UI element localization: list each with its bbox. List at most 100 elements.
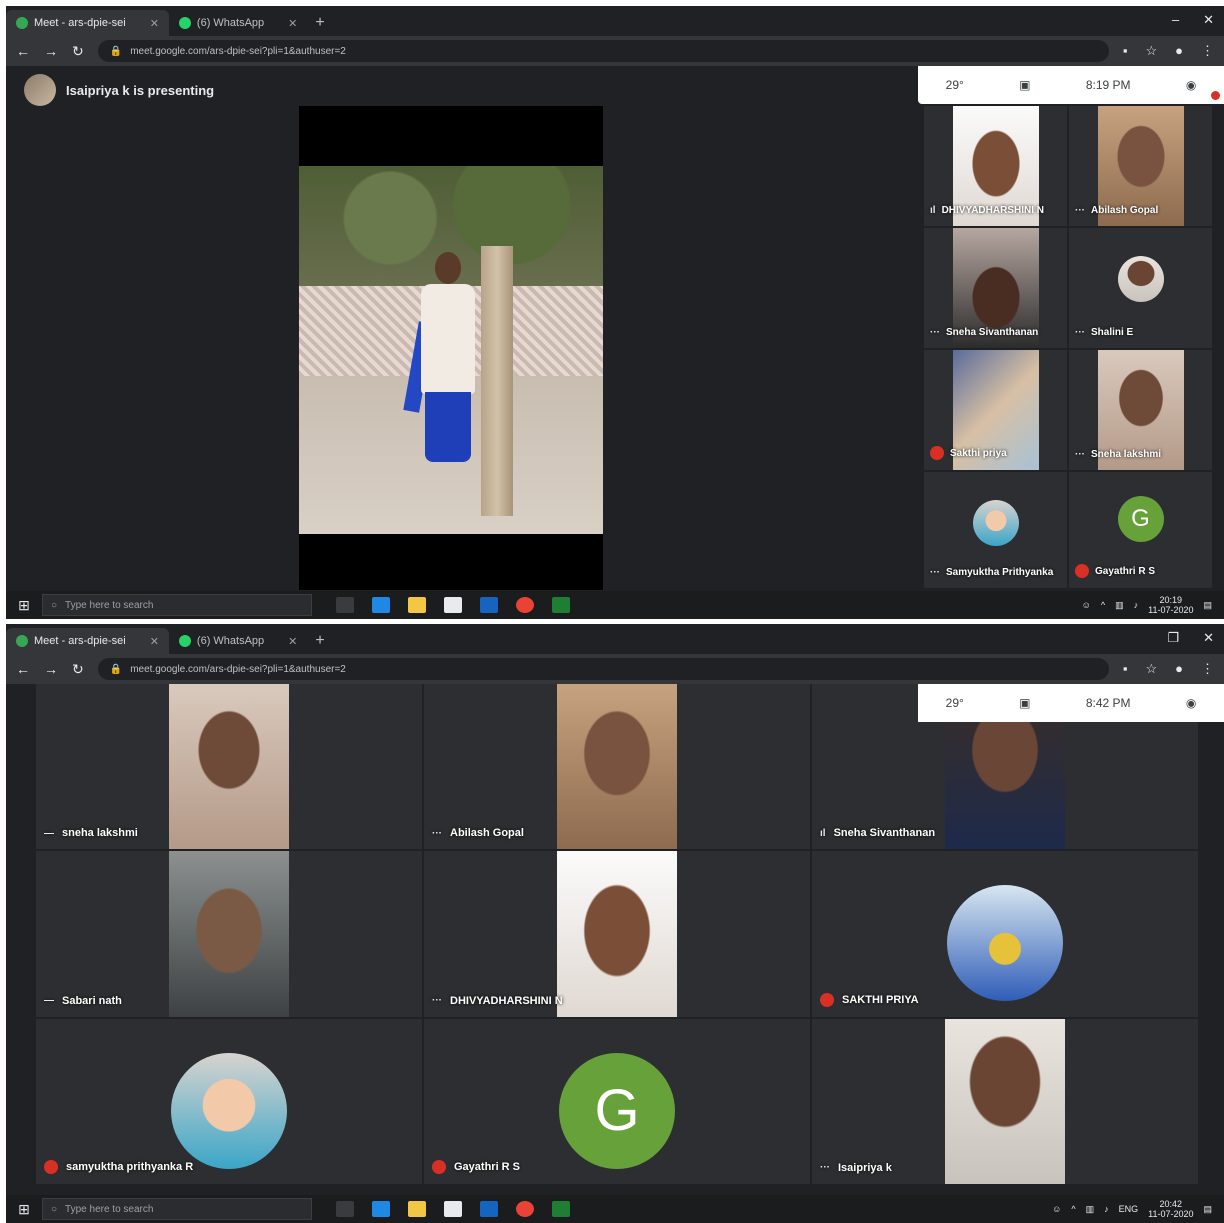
windows-start-icon[interactable]: ⊞ — [6, 1201, 42, 1218]
tab-whatsapp[interactable]: (6) WhatsApp ✕ — [169, 628, 307, 654]
new-tab-icon[interactable]: + — [315, 14, 324, 36]
chrome-icon[interactable] — [516, 1201, 534, 1217]
more-options-icon[interactable]: ··· — [1075, 327, 1085, 338]
more-options-icon[interactable]: — — [44, 995, 54, 1006]
close-tab-icon[interactable]: ✕ — [288, 635, 297, 648]
menu-icon[interactable]: ⋮ — [1201, 43, 1214, 59]
clock-date: 11-07-2020 — [1148, 1209, 1194, 1219]
chat-icon[interactable]: ▣ — [1019, 78, 1030, 92]
tab-meet[interactable]: Meet - ars-dpie-sei ✕ — [6, 628, 169, 654]
shared-photo — [299, 166, 603, 534]
participant-tile[interactable]: samyuktha prithyanka R — [36, 1018, 422, 1184]
reload-icon[interactable]: ↻ — [72, 661, 84, 678]
show-hidden-icon[interactable]: ^ — [1071, 1204, 1075, 1214]
tab-whatsapp[interactable]: (6) WhatsApp ✕ — [169, 10, 307, 36]
show-hidden-icon[interactable]: ^ — [1101, 600, 1105, 610]
participant-tile[interactable]: ··· Sneha Sivanthanan — [924, 228, 1067, 348]
file-explorer-icon[interactable] — [408, 597, 426, 613]
file-explorer-icon[interactable] — [408, 1201, 426, 1217]
store-icon[interactable] — [444, 1201, 462, 1217]
participant-tile[interactable]: — sneha lakshmi — [36, 684, 422, 850]
profile-icon[interactable]: ● — [1175, 661, 1183, 677]
taskbar-search[interactable]: ○ Type here to search — [42, 1198, 312, 1220]
minimize-icon[interactable]: – — [1172, 12, 1179, 28]
participant-tile[interactable]: ··· Shalini E — [1069, 228, 1212, 348]
participant-tile[interactable]: SAKTHI PRIYA — [812, 851, 1198, 1017]
volume-icon[interactable]: ♪ — [1134, 600, 1139, 610]
mail-icon[interactable] — [480, 1201, 498, 1217]
people-icon[interactable]: ☺ — [1082, 600, 1091, 610]
more-options-icon[interactable]: ··· — [1075, 205, 1085, 216]
url-field[interactable]: 🔒 meet.google.com/ars-dpie-sei?pli=1&aut… — [97, 658, 1109, 680]
task-view-icon[interactable] — [336, 1201, 354, 1217]
language-indicator[interactable]: ENG — [1119, 1204, 1139, 1214]
star-icon[interactable]: ☆ — [1145, 661, 1157, 677]
volume-icon[interactable]: ♪ — [1104, 1204, 1109, 1214]
mail-icon[interactable] — [480, 597, 498, 613]
more-options-icon[interactable]: ··· — [1075, 449, 1085, 460]
notification-badge — [1211, 91, 1220, 100]
excel-icon[interactable] — [552, 597, 570, 613]
taskbar-apps — [336, 1201, 570, 1217]
participant-tile[interactable]: G Gayathri R S — [1069, 472, 1212, 588]
taskbar-clock[interactable]: 20:19 11-07-2020 — [1148, 595, 1193, 615]
participant-tile[interactable]: ··· Abilash Gopal — [1069, 106, 1212, 226]
close-window-icon[interactable]: ✕ — [1203, 630, 1214, 646]
participant-tile[interactable]: ··· Sneha lakshmi — [1069, 350, 1212, 470]
profile-icon[interactable]: ● — [1175, 43, 1183, 59]
chat-icon[interactable]: ▣ — [1019, 696, 1030, 710]
more-options-icon[interactable]: ··· — [432, 828, 442, 839]
close-tab-icon[interactable]: ✕ — [150, 635, 159, 648]
forward-icon[interactable]: → — [44, 43, 58, 59]
edge-icon[interactable] — [372, 1201, 390, 1217]
url-field[interactable]: 🔒 meet.google.com/ars-dpie-sei?pli=1&aut… — [97, 40, 1109, 62]
network-icon[interactable]: ▥ — [1115, 600, 1124, 611]
letter-avatar: G — [559, 1052, 675, 1169]
notifications-icon[interactable]: ▤ — [1203, 1204, 1212, 1215]
participant-tile[interactable]: Sakthi priya — [924, 350, 1067, 470]
close-tab-icon[interactable]: ✕ — [150, 17, 159, 30]
participant-name: Sakthi priya — [950, 447, 1007, 459]
reload-icon[interactable]: ↻ — [72, 43, 84, 60]
back-icon[interactable]: ← — [16, 43, 30, 59]
participant-avatar — [972, 500, 1019, 546]
more-options-icon[interactable]: ··· — [930, 327, 940, 338]
camera-icon[interactable]: ▪ — [1123, 661, 1128, 677]
camera-icon[interactable]: ▪ — [1123, 43, 1128, 59]
more-options-icon[interactable]: ··· — [432, 995, 442, 1006]
participant-tile[interactable]: ··· Samyuktha Prithyanka — [924, 472, 1067, 588]
store-icon[interactable] — [444, 597, 462, 613]
restore-icon[interactable]: ❐ — [1167, 630, 1179, 646]
taskbar-search[interactable]: ○ Type here to search — [42, 594, 312, 616]
close-window-icon[interactable]: ✕ — [1203, 12, 1214, 28]
new-tab-icon[interactable]: + — [315, 632, 324, 654]
people-icon[interactable]: ☺ — [1052, 1204, 1061, 1214]
extension-icon[interactable]: ◉ — [1186, 696, 1196, 710]
participant-tile[interactable]: ıl DHIVYADHARSHINI N — [924, 106, 1067, 226]
windows-start-icon[interactable]: ⊞ — [6, 597, 42, 614]
more-options-icon[interactable]: ··· — [930, 567, 940, 578]
forward-icon[interactable]: → — [44, 661, 58, 677]
system-tray: ☺ ^ ▥ ♪ 20:19 11-07-2020 ▤ — [1082, 595, 1224, 615]
excel-icon[interactable] — [552, 1201, 570, 1217]
back-icon[interactable]: ← — [16, 661, 30, 677]
participant-tile[interactable]: — Sabari nath — [36, 851, 422, 1017]
tab-meet[interactable]: Meet - ars-dpie-sei ✕ — [6, 10, 169, 36]
taskbar-clock[interactable]: 20:42 11-07-2020 — [1148, 1199, 1193, 1219]
network-icon[interactable]: ▥ — [1086, 1204, 1095, 1215]
menu-icon[interactable]: ⋮ — [1201, 661, 1214, 677]
more-options-icon[interactable]: — — [44, 828, 54, 839]
more-options-icon[interactable]: ··· — [820, 1162, 830, 1173]
chrome-icon[interactable] — [516, 597, 534, 613]
task-view-icon[interactable] — [336, 597, 354, 613]
participant-tile[interactable]: G Gayathri R S — [424, 1018, 810, 1184]
star-icon[interactable]: ☆ — [1145, 43, 1157, 59]
close-tab-icon[interactable]: ✕ — [288, 17, 297, 30]
participant-tile[interactable]: ··· Isaipriya k — [812, 1018, 1198, 1184]
extension-icon[interactable]: ◉ — [1186, 78, 1196, 92]
participant-tile[interactable]: ··· DHIVYADHARSHINI N — [424, 851, 810, 1017]
address-bar-actions: ▪ ☆ ● ⋮ — [1123, 661, 1214, 677]
edge-icon[interactable] — [372, 597, 390, 613]
participant-tile[interactable]: ··· Abilash Gopal — [424, 684, 810, 850]
notifications-icon[interactable]: ▤ — [1203, 600, 1212, 611]
